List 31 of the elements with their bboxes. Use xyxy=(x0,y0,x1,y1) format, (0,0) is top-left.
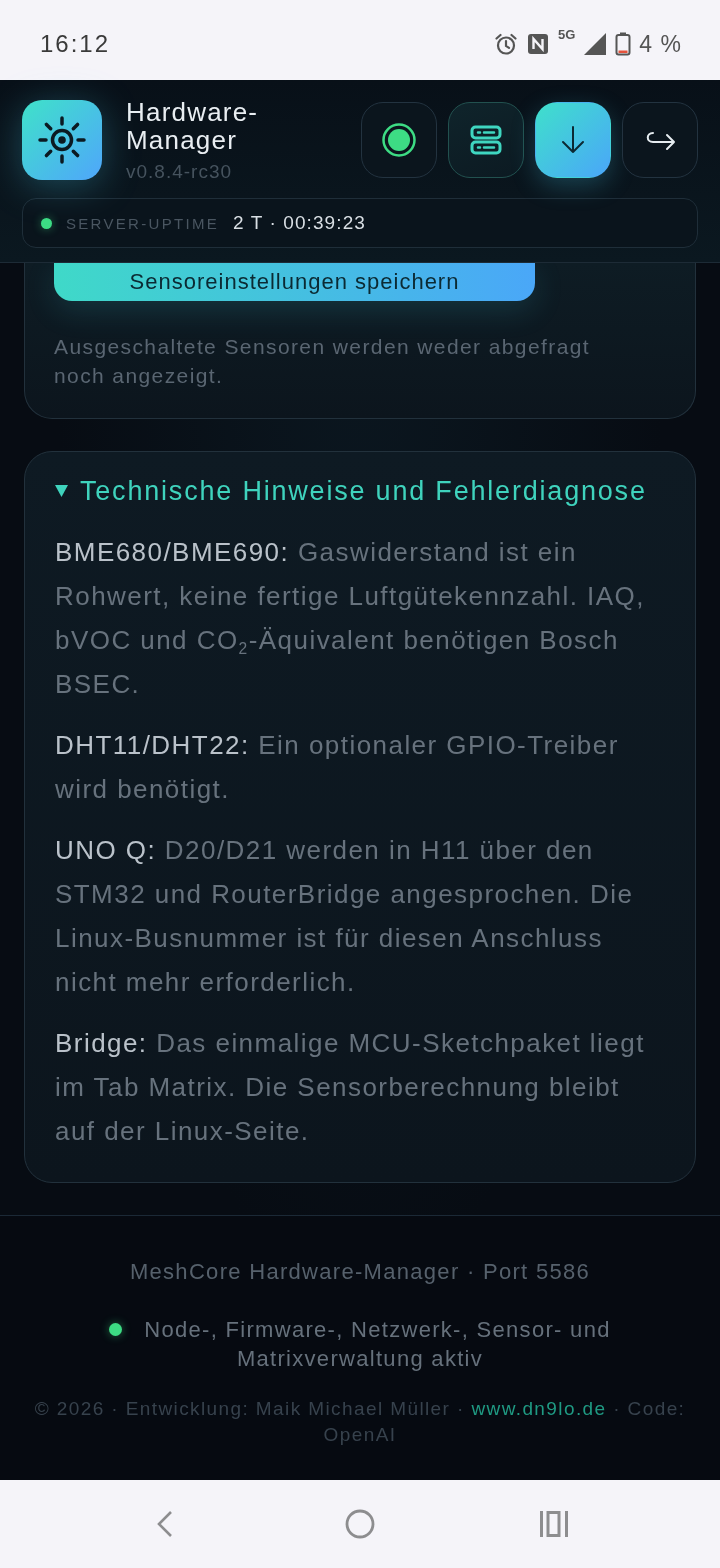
note-paragraph: UNO Q: D20/D21 werden in H11 über den STM32 und RouterBridge angesprochen. Die Linux-Busnummer ist für diesen Anschluss nicht mehr erforderlich. xyxy=(55,834,635,999)
download-button[interactable] xyxy=(535,102,611,178)
note-paragraph: DHT11/DHT22: Ein optionaler GPIO-Treiber wird benötigt. xyxy=(55,729,620,806)
signal-icon xyxy=(583,32,608,56)
footer-title: MeshCore Hardware-Manager · Port 5586 xyxy=(128,1258,592,1286)
website-link[interactable]: www.dn9lo.de xyxy=(471,1398,607,1419)
nfc-icon xyxy=(526,32,550,56)
forward-button[interactable] xyxy=(622,102,698,178)
sensor-note-text: Ausgeschaltete Sensoren werden weder abgefragt noch angezeigt. xyxy=(54,334,592,389)
copyright-text: © 2026 · Entwicklung: Maik Michael Müller · www.dn9lo.de · Code: OpenAI xyxy=(34,1398,686,1445)
save-button[interactable]: Sensoreinstellungen speichern xyxy=(54,263,535,301)
notes-summary[interactable]: Technische Hinweise und Fehlerdiagnose xyxy=(55,474,647,508)
battery-percentage: 4 % xyxy=(639,30,682,58)
servers-button[interactable] xyxy=(448,102,524,178)
status-text: Node-, Firmware-, Netzwerk-, Sensor- und Matrixverwaltung aktiv xyxy=(144,1317,611,1371)
home-circle-icon xyxy=(345,1509,375,1539)
version-text: v0.8.4-rc30 xyxy=(126,160,234,183)
network-type-label: 5G xyxy=(558,26,576,42)
battery-icon xyxy=(615,32,632,56)
recents-icon xyxy=(539,1509,569,1539)
app-title: Hardware-Manager xyxy=(126,97,260,154)
note-paragraph: Bridge: Das einmalige MCU-Sketchpaket liegt im Tab Matrix. Die Sensorberechnung bleibt auf der Linux-Seite. xyxy=(55,1027,646,1148)
server-icon xyxy=(469,123,503,157)
uptime-label: SERVER-UPTIME xyxy=(66,214,219,232)
note-paragraph: BME680/BME690: Gaswiderstand ist ein Rohwert, keine fertige Luftgütekennzahl. IAQ, bVOC und CO$_{2}$-Äquivalent benötigen Bosch BSEC. xyxy=(55,536,646,701)
alarm-icon xyxy=(494,32,518,56)
status-dot-icon xyxy=(382,123,416,157)
status-button[interactable] xyxy=(361,102,437,178)
clock-time: 16:12 xyxy=(40,30,111,58)
sun-logo-icon xyxy=(22,100,102,180)
uptime-value: 2 T · 00:39:23 xyxy=(233,212,366,234)
